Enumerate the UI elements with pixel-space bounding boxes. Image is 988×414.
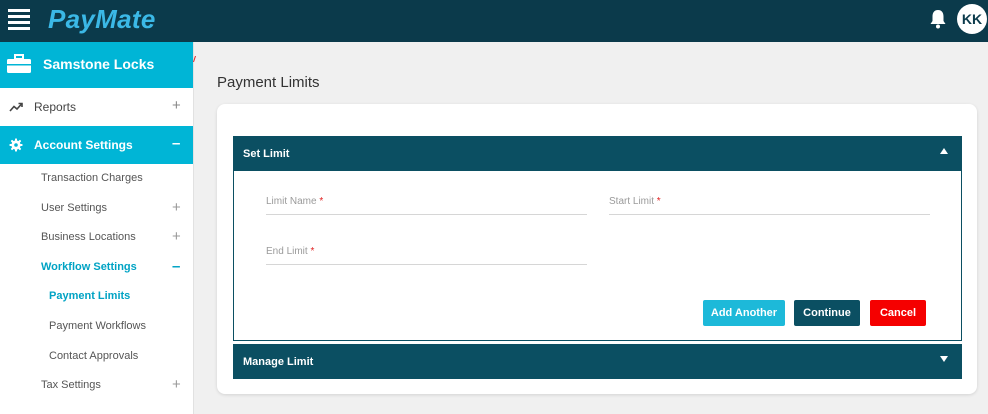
briefcase-icon [7,54,31,73]
start-limit-field: Start Limit * [609,189,930,215]
org-name: Samstone Locks [43,56,155,72]
expand-plus-icon[interactable]: + [172,376,181,393]
sidebar-subitem-label: User Settings [41,201,108,214]
user-avatar[interactable]: KK [957,4,987,34]
start-limit-input[interactable] [609,189,930,214]
expand-plus-icon[interactable]: + [172,199,181,216]
hamburger-menu-icon[interactable] [8,9,30,31]
sidebar-subitem-label: Payment Workflows [49,319,146,332]
trending-up-icon [9,102,23,112]
set-limit-title: Set Limit [243,148,290,160]
collapse-minus-icon[interactable]: – [172,135,180,152]
gear-icon [9,138,23,152]
collapse-minus-icon[interactable]: – [172,258,180,275]
limit-name-field: Limit Name * [266,189,587,215]
sidebar-item-reports[interactable]: Reports + [0,88,193,126]
cancel-button[interactable]: Cancel [870,300,926,326]
sidebar-item-label: Reports [34,100,77,114]
org-header[interactable]: Samstone Locks [0,42,193,88]
expand-plus-icon[interactable]: + [172,228,181,245]
manage-limit-panel-header[interactable]: Manage Limit [233,344,962,379]
sidebar: Samstone Locks Reports + Account Setting… [0,42,194,414]
sidebar-subitem-label: Transaction Charges [41,172,143,184]
sidebar-subitem-label: Business Locations [41,231,136,244]
limit-name-input[interactable] [266,189,587,214]
sidebar-subitem-label: Contact Approvals [49,349,139,362]
end-limit-input[interactable] [266,239,587,264]
sidebar-subitem-label: Workflow Settings [41,260,137,273]
sidebar-subitem-payment-limits[interactable]: Payment Limits [0,282,193,312]
end-limit-field: End Limit * [266,239,587,265]
sidebar-item-account-settings[interactable]: Account Settings – [0,126,193,164]
content-card: Set Limit Limit Name * Start Limit * End… [217,104,977,394]
sidebar-subitem-label: Tax Settings [41,379,101,392]
sidebar-subitem-business-locations[interactable]: Business Locations + [0,223,193,253]
sidebar-subitem-label: Payment Limits [49,290,131,303]
caret-down-icon[interactable] [939,355,949,363]
set-limit-panel-header[interactable]: Set Limit [233,136,962,171]
expand-plus-icon[interactable]: + [172,97,181,114]
page-title: Payment Limits [217,74,320,91]
red-tick-mark [193,56,196,62]
add-another-button[interactable]: Add Another [703,300,785,326]
sidebar-subitem-payment-workflows[interactable]: Payment Workflows [0,312,193,342]
sidebar-subitem-contact-approvals[interactable]: Contact Approvals [0,342,193,372]
top-bar: PayMate KK [0,0,988,42]
sidebar-subitem-transaction-charges[interactable]: Transaction Charges [0,164,193,194]
bell-icon[interactable] [928,8,948,30]
sidebar-subitem-user-settings[interactable]: User Settings + [0,194,193,224]
manage-limit-title: Manage Limit [243,356,314,368]
caret-up-icon[interactable] [939,147,949,155]
continue-button[interactable]: Continue [794,300,860,326]
app-logo[interactable]: PayMate [48,4,156,35]
sidebar-subitem-workflow-settings[interactable]: Workflow Settings – [0,253,193,283]
sidebar-subitem-tax-settings[interactable]: Tax Settings + [0,371,193,401]
sidebar-item-label: Account Settings [34,138,133,152]
